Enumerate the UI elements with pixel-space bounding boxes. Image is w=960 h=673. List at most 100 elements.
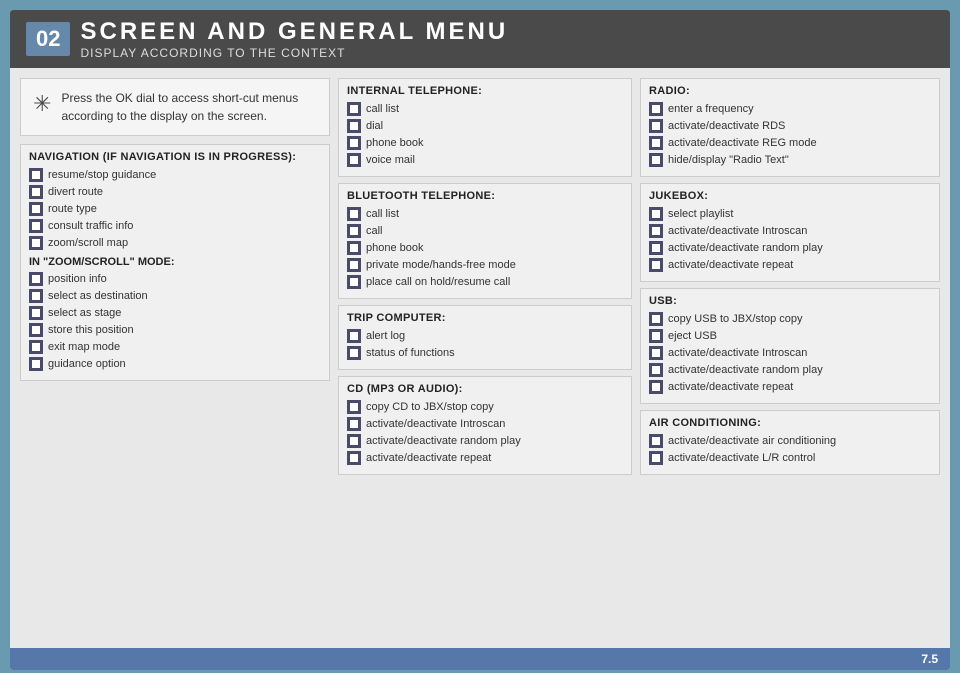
list-item: call [347, 224, 623, 238]
bullet-icon [649, 207, 663, 221]
bluetooth-title: BLUETOOTH TELEPHONE: [347, 190, 623, 202]
list-item: activate/deactivate random play [649, 363, 931, 377]
bluetooth-items: call list call phone book private m [347, 207, 623, 289]
bullet-icon [29, 202, 43, 216]
list-item: activate/deactivate repeat [649, 258, 931, 272]
jukebox-section: JUKEBOX: select playlist activate/deacti… [640, 183, 940, 282]
list-item: activate/deactivate RDS [649, 119, 931, 133]
air-conditioning-items: activate/deactivate air conditioning act… [649, 434, 931, 465]
navigation-title: NAVIGATION (IF NAVIGATION IS IN PROGRESS… [29, 151, 321, 163]
bullet-icon [29, 357, 43, 371]
list-item: enter a frequency [649, 102, 931, 116]
radio-items: enter a frequency activate/deactivate RD… [649, 102, 931, 167]
bullet-icon [347, 400, 361, 414]
trip-computer-section: TRIP COMPUTER: alert log status of funct… [338, 305, 632, 370]
bullet-icon [649, 102, 663, 116]
bullet-icon [29, 323, 43, 337]
bullet-icon [347, 434, 361, 448]
usb-section: USB: copy USB to JBX/stop copy eject USB [640, 288, 940, 404]
bullet-icon [649, 434, 663, 448]
list-item: activate/deactivate Introscan [649, 346, 931, 360]
list-item: place call on hold/resume call [347, 275, 623, 289]
radio-section: RADIO: enter a frequency activate/deacti… [640, 78, 940, 177]
bullet-icon [649, 451, 663, 465]
list-item: consult traffic info [29, 219, 321, 233]
list-item: guidance option [29, 357, 321, 371]
zoom-mode-title: IN "ZOOM/SCROLL" MODE: [29, 256, 321, 268]
bullet-icon [29, 289, 43, 303]
bullet-icon [347, 346, 361, 360]
header: 02 SCREEN AND GENERAL MENU DISPLAY ACCOR… [10, 10, 950, 68]
list-item: activate/deactivate repeat [649, 380, 931, 394]
cd-mp3-title: CD (MP3 OR AUDIO): [347, 383, 623, 395]
bullet-icon [649, 241, 663, 255]
bullet-icon [347, 275, 361, 289]
bullet-icon [347, 451, 361, 465]
list-item: status of functions [347, 346, 623, 360]
internal-telephone-items: call list dial phone book voice mai [347, 102, 623, 167]
list-item: activate/deactivate random play [347, 434, 623, 448]
list-item: position info [29, 272, 321, 286]
bullet-icon [649, 119, 663, 133]
zoom-items: position info select as destination sele… [29, 272, 321, 371]
list-item: select as stage [29, 306, 321, 320]
bullet-icon [347, 417, 361, 431]
bullet-icon [29, 168, 43, 182]
middle-panel: INTERNAL TELEPHONE: call list dial ph [338, 78, 632, 638]
bullet-icon [29, 272, 43, 286]
air-conditioning-title: AIR CONDITIONING: [649, 417, 931, 429]
bullet-icon [347, 241, 361, 255]
list-item: store this position [29, 323, 321, 337]
list-item: alert log [347, 329, 623, 343]
bottom-bar: 7.5 [10, 648, 950, 670]
list-item: call list [347, 207, 623, 221]
list-item: resume/stop guidance [29, 168, 321, 182]
trip-computer-title: TRIP COMPUTER: [347, 312, 623, 324]
info-box: ✳ Press the OK dial to access short-cut … [20, 78, 330, 136]
list-item: route type [29, 202, 321, 216]
list-item: eject USB [649, 329, 931, 343]
star-icon: ✳ [33, 91, 51, 117]
bullet-icon [347, 153, 361, 167]
usb-title: USB: [649, 295, 931, 307]
bullet-icon [649, 153, 663, 167]
bullet-icon [347, 119, 361, 133]
trip-computer-items: alert log status of functions [347, 329, 623, 360]
bullet-icon [29, 185, 43, 199]
bluetooth-section: BLUETOOTH TELEPHONE: call list call p [338, 183, 632, 299]
bullet-icon [29, 306, 43, 320]
page-title: SCREEN AND GENERAL MENU [80, 18, 508, 46]
bullet-icon [649, 329, 663, 343]
list-item: activate/deactivate Introscan [649, 224, 931, 238]
list-item: activate/deactivate Introscan [347, 417, 623, 431]
list-item: call list [347, 102, 623, 116]
right-panel: RADIO: enter a frequency activate/deacti… [640, 78, 940, 638]
list-item: zoom/scroll map [29, 236, 321, 250]
usb-items: copy USB to JBX/stop copy eject USB acti… [649, 312, 931, 394]
bullet-icon [649, 136, 663, 150]
list-item: voice mail [347, 153, 623, 167]
air-conditioning-section: AIR CONDITIONING: activate/deactivate ai… [640, 410, 940, 475]
list-item: activate/deactivate L/R control [649, 451, 931, 465]
list-item: hide/display "Radio Text" [649, 153, 931, 167]
bullet-icon [649, 346, 663, 360]
chapter-number: 02 [26, 22, 70, 56]
list-item: activate/deactivate REG mode [649, 136, 931, 150]
navigation-items: resume/stop guidance divert route route … [29, 168, 321, 250]
radio-title: RADIO: [649, 85, 931, 97]
bullet-icon [649, 363, 663, 377]
navigation-section: NAVIGATION (IF NAVIGATION IS IN PROGRESS… [20, 144, 330, 381]
bullet-icon [347, 224, 361, 238]
list-item: divert route [29, 185, 321, 199]
left-panel: ✳ Press the OK dial to access short-cut … [20, 78, 330, 638]
bullet-icon [29, 340, 43, 354]
list-item: dial [347, 119, 623, 133]
bullet-icon [29, 219, 43, 233]
cd-mp3-section: CD (MP3 OR AUDIO): copy CD to JBX/stop c… [338, 376, 632, 475]
bullet-icon [347, 329, 361, 343]
internal-telephone-title: INTERNAL TELEPHONE: [347, 85, 623, 97]
list-item: phone book [347, 136, 623, 150]
list-item: exit map mode [29, 340, 321, 354]
bullet-icon [347, 136, 361, 150]
page-subtitle: DISPLAY ACCORDING TO THE CONTEXT [80, 46, 508, 60]
